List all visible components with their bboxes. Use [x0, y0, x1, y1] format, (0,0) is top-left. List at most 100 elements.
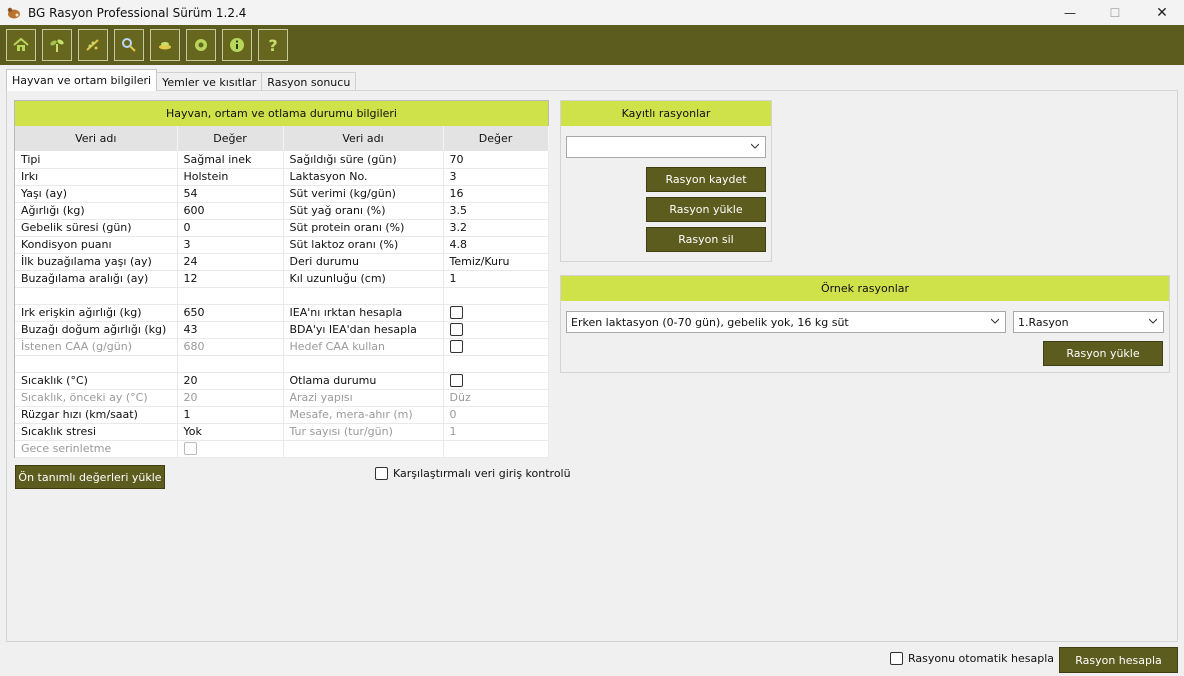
table-row: Gebelik süresi (gün) 0 Süt protein oranı (…	[15, 219, 549, 237]
tab-animal-environment[interactable]: Hayvan ve ortam bilgileri	[6, 69, 158, 91]
grid-cell-value[interactable]: 650	[177, 304, 284, 322]
minimize-button[interactable]: —	[1048, 0, 1092, 25]
grid-cell-name: Süt protein oranı (%)	[283, 219, 444, 237]
mix-button[interactable]	[150, 29, 180, 61]
saved-rations-select[interactable]	[566, 136, 766, 158]
grid-cell-value[interactable]: 43	[177, 321, 284, 339]
grid-cell-name: Tipi	[15, 151, 178, 169]
table-row: Irkı Holstein Laktasyon No. 3	[15, 168, 549, 186]
feed-icon	[86, 39, 99, 51]
load-sample-ration-button[interactable]: Rasyon yükle	[1043, 341, 1163, 366]
window-title: BG Rasyon Professional Sürüm 1.2.4	[28, 5, 247, 20]
grid-cell-value: 1	[443, 423, 549, 441]
grid-cell-value[interactable]: 24	[177, 253, 284, 271]
grid-cell-value	[177, 440, 284, 458]
grid-checkbox[interactable]	[449, 374, 463, 388]
table-row: Buzağı doğum ağırlığı (kg) 43 BDA'yı IEA'd…	[15, 321, 549, 339]
saved-rations-title: Kayıtlı rasyonlar	[561, 101, 771, 126]
grid-cell-name: Tur sayısı (tur/gün)	[283, 423, 444, 441]
home-button[interactable]	[6, 29, 36, 61]
grid-cell-value: 20	[177, 389, 284, 407]
settings-button[interactable]	[186, 29, 216, 61]
grid-cell-name: Rüzgar hızı (km/saat)	[15, 406, 178, 424]
feed-button[interactable]	[78, 29, 108, 61]
compare-check-control[interactable]: Karşılaştırmalı veri giriş kontrolü	[375, 467, 571, 480]
grid-cell-value[interactable]: Yok	[177, 423, 284, 441]
delete-ration-button[interactable]: Rasyon sil	[646, 227, 766, 252]
compare-check-label: Karşılaştırmalı veri giriş kontrolü	[393, 467, 571, 480]
grid-cell-value[interactable]: 600	[177, 202, 284, 220]
grid-cell-value[interactable]: 54	[177, 185, 284, 203]
col-header-name-2[interactable]: Veri adı	[283, 126, 444, 151]
grid-cell-name: Sıcaklık, önceki ay (°C)	[15, 389, 178, 407]
sample-scenario-value: Erken laktasyon (0-70 gün), gebelik yok,…	[571, 315, 849, 329]
col-header-name[interactable]: Veri adı	[15, 126, 178, 151]
grid-cell-value[interactable]	[177, 355, 284, 373]
grid-cell-name: Ağırlığı (kg)	[15, 202, 178, 220]
table-row: İlk buzağılama yaşı (ay) 24 Deri durumu Tem…	[15, 253, 549, 271]
grid-cell-value[interactable]	[443, 321, 549, 339]
grid-cell-value[interactable]: 20	[177, 372, 284, 390]
grid-checkbox[interactable]	[449, 306, 463, 320]
grid-cell-name: Buzağı doğum ağırlığı (kg)	[15, 321, 178, 339]
grid-cell-value[interactable]: 3	[443, 168, 549, 186]
grid-cell-value[interactable]	[177, 287, 284, 305]
grid-cell-name: Süt laktoz oranı (%)	[283, 236, 444, 254]
tab-feeds-constraints[interactable]: Yemler ve kısıtlar	[156, 72, 263, 91]
info-button[interactable]	[222, 29, 252, 61]
grid-cell-value[interactable]: 12	[177, 270, 284, 288]
title-bar: BG Rasyon Professional Sürüm 1.2.4 — ☐ ✕	[0, 0, 1184, 25]
sample-scenario-select[interactable]: Erken laktasyon (0-70 gün), gebelik yok,…	[566, 311, 1006, 333]
sample-rations-title: Örnek rasyonlar	[561, 276, 1169, 301]
grid-cell-value[interactable]: 1	[177, 406, 284, 424]
grid-cell-name: Sıcaklık stresi	[15, 423, 178, 441]
load-ration-button[interactable]: Rasyon yükle	[646, 197, 766, 222]
grid-cell-value[interactable]: 3.5	[443, 202, 549, 220]
toolbar: ?	[0, 25, 1184, 65]
grid-cell-value[interactable]: 3.2	[443, 219, 549, 237]
table-row: Yaşı (ay) 54 Süt verimi (kg/gün) 16	[15, 185, 549, 203]
grid-cell-value[interactable]: Sağmal inek	[177, 151, 284, 169]
grid-cell-value[interactable]	[443, 287, 549, 305]
save-ration-button[interactable]: Rasyon kaydet	[646, 167, 766, 192]
grid-cell-value[interactable]	[443, 355, 549, 373]
grid-cell-value[interactable]: 3	[177, 236, 284, 254]
analysis-button[interactable]	[114, 29, 144, 61]
grid-cell-value[interactable]: 4.8	[443, 236, 549, 254]
help-button[interactable]: ?	[258, 29, 288, 61]
grid-cell-name: Irk erişkin ağırlığı (kg)	[15, 304, 178, 322]
auto-calc-checkbox[interactable]	[890, 652, 903, 665]
grid-cell-value[interactable]: Holstein	[177, 168, 284, 186]
auto-calc-control[interactable]: Rasyonu otomatik hesapla	[890, 652, 1054, 665]
chevron-down-icon	[1149, 318, 1157, 324]
grid-cell-name: Hedef CAA kullan	[283, 338, 444, 356]
mix-icon	[159, 42, 171, 50]
maximize-button[interactable]: ☐	[1093, 0, 1137, 25]
sample-ration-select[interactable]: 1.Rasyon	[1013, 311, 1164, 333]
tab-ration-result[interactable]: Rasyon sonucu	[261, 72, 357, 91]
grid-cell-value[interactable]	[443, 338, 549, 356]
grid-checkbox[interactable]	[449, 340, 463, 354]
plant-button[interactable]	[42, 29, 72, 61]
grid-cell-value[interactable]	[443, 440, 549, 458]
load-defaults-button[interactable]: Ön tanımlı değerleri yükle	[15, 465, 165, 489]
grid-cell-value[interactable]: 70	[443, 151, 549, 169]
grid-checkbox[interactable]	[449, 323, 463, 337]
grid-cell-value[interactable]: 1	[443, 270, 549, 288]
grid-cell-name	[283, 287, 444, 305]
grid-cell-value: Düz	[443, 389, 549, 407]
grid-cell-name	[283, 440, 444, 458]
sample-ration-value: 1.Rasyon	[1018, 315, 1069, 329]
grid-cell-value[interactable]: Temiz/Kuru	[443, 253, 549, 271]
grid-cell-name: Arazi yapısı	[283, 389, 444, 407]
close-button[interactable]: ✕	[1140, 0, 1184, 25]
col-header-value-2[interactable]: Değer	[443, 126, 549, 151]
grid-cell-value[interactable]	[443, 372, 549, 390]
grid-cell-value[interactable]	[443, 304, 549, 322]
compare-checkbox[interactable]	[375, 467, 388, 480]
grid-cell-value[interactable]: 0	[177, 219, 284, 237]
col-header-value[interactable]: Değer	[177, 126, 284, 151]
grid-cell-value[interactable]: 16	[443, 185, 549, 203]
table-row: Sıcaklık (°C) 20 Otlama durumu	[15, 372, 549, 390]
calculate-ration-button[interactable]: Rasyon hesapla	[1059, 647, 1178, 673]
